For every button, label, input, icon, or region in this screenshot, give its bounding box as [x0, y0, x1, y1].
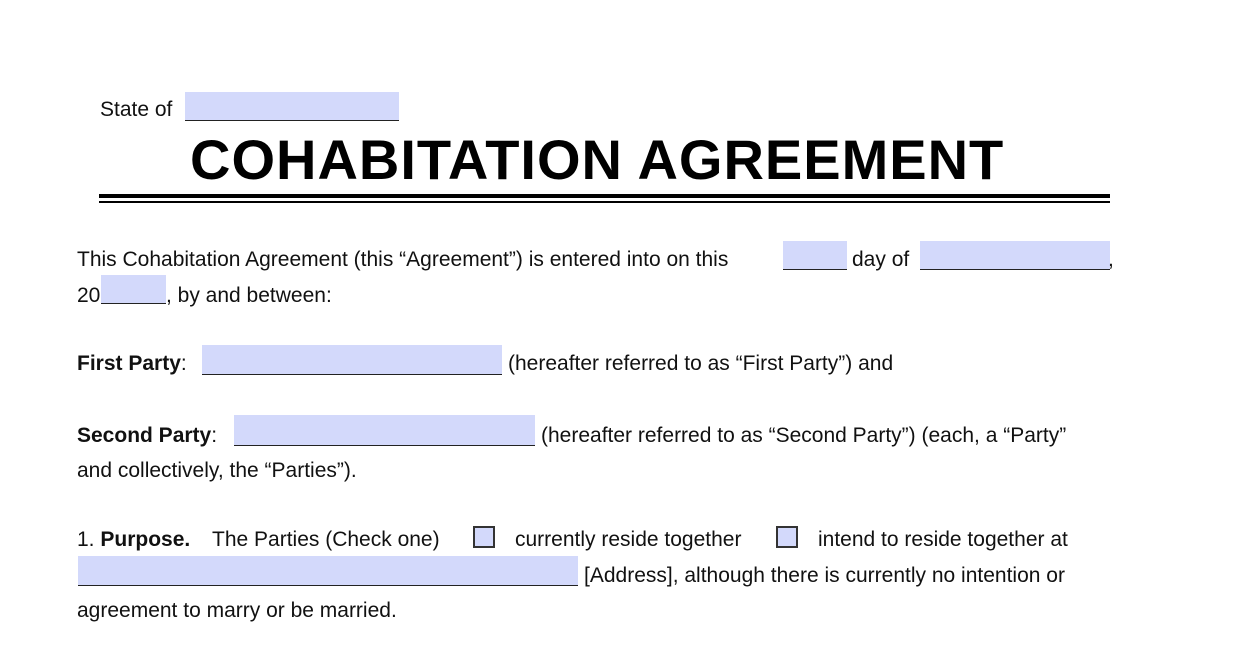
parties-definition: and collectively, the “Parties”).	[77, 459, 357, 482]
first-party-field[interactable]	[202, 345, 502, 375]
day-of-label: day of	[852, 248, 910, 271]
state-field[interactable]	[185, 92, 399, 121]
option-reside-together: currently reside together	[515, 528, 742, 551]
address-suffix: [Address], although there is currently n…	[584, 564, 1065, 587]
month-field[interactable]	[920, 241, 1110, 270]
address-field[interactable]	[78, 556, 578, 586]
reside-together-checkbox[interactable]	[473, 526, 495, 548]
title-rule-thin	[99, 201, 1110, 203]
intro-text: This Cohabitation Agreement (this “Agree…	[77, 248, 729, 271]
first-party-label: First Party:	[77, 352, 187, 375]
purpose-line3: agreement to marry or be married.	[77, 599, 397, 622]
intro-comma: ,	[1108, 248, 1114, 271]
intend-reside-checkbox[interactable]	[776, 526, 798, 548]
purpose-lead: The Parties (Check one)	[212, 528, 440, 551]
year-prefix: 20	[77, 284, 101, 307]
second-party-label: Second Party:	[77, 424, 218, 447]
second-party-suffix: (hereafter referred to as “Second Party”…	[541, 424, 1067, 447]
second-party-field[interactable]	[234, 415, 535, 446]
day-field[interactable]	[783, 241, 847, 270]
title-rule-thick	[99, 194, 1110, 198]
document-title: COHABITATION AGREEMENT	[190, 128, 1005, 191]
state-label: State of	[100, 98, 173, 121]
intro-between: , by and between:	[166, 284, 332, 307]
option-intend-reside: intend to reside together at	[818, 528, 1068, 551]
purpose-heading: 1. Purpose.	[77, 528, 191, 551]
year-field[interactable]	[101, 275, 166, 304]
first-party-suffix: (hereafter referred to as “First Party”)…	[508, 352, 894, 375]
